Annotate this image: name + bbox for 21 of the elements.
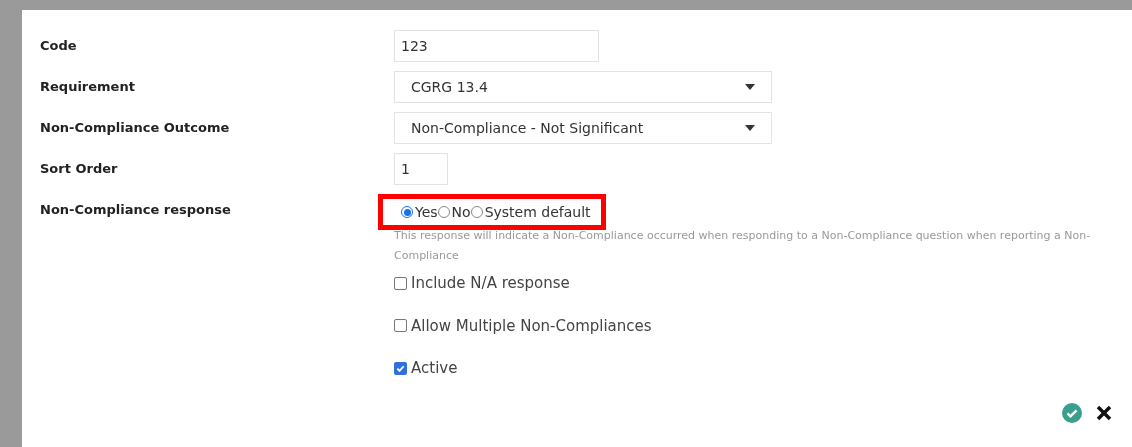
field-label: Non-Compliance Outcome xyxy=(40,119,231,137)
text-field[interactable]: 123 xyxy=(394,30,599,62)
radio-option[interactable]: No xyxy=(437,201,471,223)
dropdown[interactable]: CGRG 13.4 xyxy=(394,71,772,103)
caret-icon xyxy=(745,84,755,90)
field-label: Sort Order xyxy=(40,160,119,178)
dropdown[interactable]: Non-Compliance - Not Significant xyxy=(394,112,772,144)
radio-option[interactable]: Yes xyxy=(401,201,438,223)
text-field[interactable]: 1 xyxy=(394,153,448,185)
checkbox-option[interactable]: Allow Multiple Non-Compliances xyxy=(394,314,1112,337)
radio-option[interactable]: System default xyxy=(470,201,591,223)
confirm-button[interactable] xyxy=(1062,403,1082,423)
field-label: Requirement xyxy=(40,78,136,96)
help-text: This response will indicate a Non-Compliance occurred when responding to a Non-Compliance question when reporting a Non-Compliance xyxy=(394,228,1092,264)
checkbox-option[interactable]: Include N/A response xyxy=(394,272,1112,295)
checkbox-option[interactable]: Active xyxy=(394,357,1112,380)
field-label: Non-Compliance response xyxy=(40,201,232,219)
field-label: Code xyxy=(40,37,78,55)
check-icon xyxy=(396,363,405,373)
caret-icon xyxy=(745,125,755,131)
close-button[interactable] xyxy=(1096,405,1112,421)
